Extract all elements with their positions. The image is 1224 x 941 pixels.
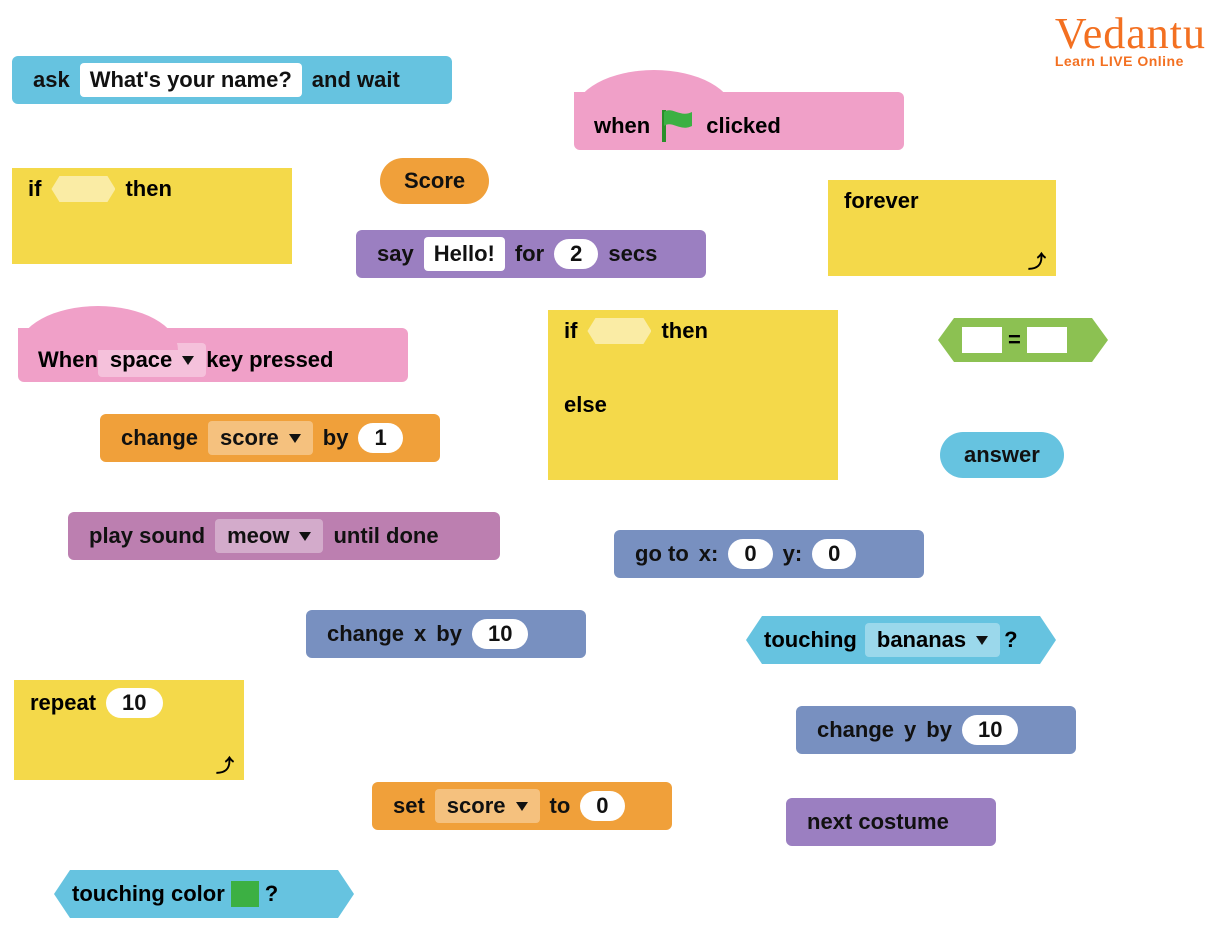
if-label: if: [28, 176, 41, 202]
forever-label: forever: [844, 188, 919, 214]
secs-label: secs: [608, 241, 657, 267]
green-flag-icon: [658, 108, 698, 144]
change-x-label2: by: [436, 621, 462, 647]
if-block[interactable]: if then: [12, 168, 292, 264]
next-costume-block[interactable]: next costume: [786, 798, 996, 846]
to-label: to: [550, 793, 571, 819]
then-label: then: [125, 176, 171, 202]
goto-block[interactable]: go to x: 0 y: 0: [614, 530, 924, 578]
change-y-block[interactable]: change y by 10: [796, 706, 1076, 754]
equals-operator[interactable]: =: [938, 318, 1108, 362]
if-condition-slot[interactable]: [51, 176, 115, 202]
touching-color-q: ?: [265, 881, 278, 907]
answer-reporter[interactable]: answer: [940, 432, 1064, 478]
forever-block[interactable]: forever ⤴: [828, 180, 1056, 276]
change-score-var-dropdown[interactable]: score: [208, 421, 313, 455]
play-sound-label: play sound: [89, 523, 205, 549]
loop-arrow-icon: ⤴: [1028, 248, 1046, 274]
change-score-block[interactable]: change score by 1: [100, 414, 440, 462]
key-value: space: [110, 347, 172, 373]
change-y-val[interactable]: 10: [962, 715, 1018, 745]
play-sound-block[interactable]: play sound meow until done: [68, 512, 500, 560]
logo-tagline: Learn LIVE Online: [1055, 53, 1206, 69]
equals-left-input[interactable]: [962, 327, 1002, 353]
set-label: set: [393, 793, 425, 819]
color-swatch-input[interactable]: [231, 881, 259, 907]
touching-sensor[interactable]: touching bananas ?: [746, 616, 1056, 664]
touching-label: touching: [764, 627, 857, 653]
set-score-val[interactable]: 0: [580, 791, 624, 821]
equals-right-input[interactable]: [1027, 327, 1067, 353]
ask-block[interactable]: ask What's your name? and wait: [12, 56, 452, 104]
next-costume-label: next costume: [807, 809, 949, 835]
set-score-var-dropdown[interactable]: score: [435, 789, 540, 823]
change-x-val[interactable]: 10: [472, 619, 528, 649]
for-label: for: [515, 241, 544, 267]
change-label: change: [121, 425, 198, 451]
change-y-var: y: [904, 717, 916, 743]
say-block[interactable]: say Hello! for 2 secs: [356, 230, 706, 278]
if-label-2: if: [564, 318, 577, 344]
when-key-label: When: [38, 347, 98, 373]
equals-op: =: [1008, 327, 1021, 353]
then-label-2: then: [661, 318, 707, 344]
change-y-label1: change: [817, 717, 894, 743]
repeat-block[interactable]: repeat 10 ⤴: [14, 680, 244, 780]
change-x-var: x: [414, 621, 426, 647]
sound-dropdown[interactable]: meow: [215, 519, 323, 553]
when-flag-clicked-hat[interactable]: when clicked: [574, 92, 904, 150]
key-dropdown[interactable]: space: [98, 343, 206, 377]
score-variable-reporter[interactable]: Score: [380, 158, 489, 204]
clicked-label: clicked: [706, 113, 781, 139]
score-var-name: Score: [404, 168, 465, 194]
if-else-block[interactable]: if then else: [548, 310, 838, 480]
repeat-label: repeat: [30, 690, 96, 716]
change-x-block[interactable]: change x by 10: [306, 610, 586, 658]
touching-color-label: touching color: [72, 881, 225, 907]
ask-label: ask: [33, 67, 70, 93]
goto-x-input[interactable]: 0: [728, 539, 772, 569]
if-else-condition-slot[interactable]: [587, 318, 651, 344]
say-label: say: [377, 241, 414, 267]
when-key-pressed-hat[interactable]: When space key pressed: [18, 328, 408, 382]
set-score-block[interactable]: set score to 0: [372, 782, 672, 830]
goto-label: go to: [635, 541, 689, 567]
else-label: else: [564, 392, 607, 418]
y-label: y:: [783, 541, 803, 567]
vedantu-logo: Vedantu Learn LIVE Online: [1055, 8, 1206, 69]
ask-prompt-input[interactable]: What's your name?: [80, 63, 302, 97]
x-label: x:: [699, 541, 719, 567]
ask-wait-label: and wait: [312, 67, 400, 93]
repeat-loop-arrow-icon: ⤴: [216, 752, 234, 778]
when-label: when: [594, 113, 650, 139]
until-done-label: until done: [333, 523, 438, 549]
goto-y-input[interactable]: 0: [812, 539, 856, 569]
answer-label: answer: [964, 442, 1040, 468]
say-text-input[interactable]: Hello!: [424, 237, 505, 271]
repeat-times-input[interactable]: 10: [106, 688, 162, 718]
logo-brand: Vedantu: [1055, 8, 1206, 59]
change-y-label2: by: [926, 717, 952, 743]
change-x-label1: change: [327, 621, 404, 647]
say-secs-input[interactable]: 2: [554, 239, 598, 269]
key-pressed-label: key pressed: [206, 347, 333, 373]
by-label: by: [323, 425, 349, 451]
touching-color-sensor[interactable]: touching color ?: [54, 870, 354, 918]
touching-target-dropdown[interactable]: bananas: [865, 623, 1000, 657]
touching-q: ?: [1004, 627, 1017, 653]
change-score-val[interactable]: 1: [358, 423, 402, 453]
